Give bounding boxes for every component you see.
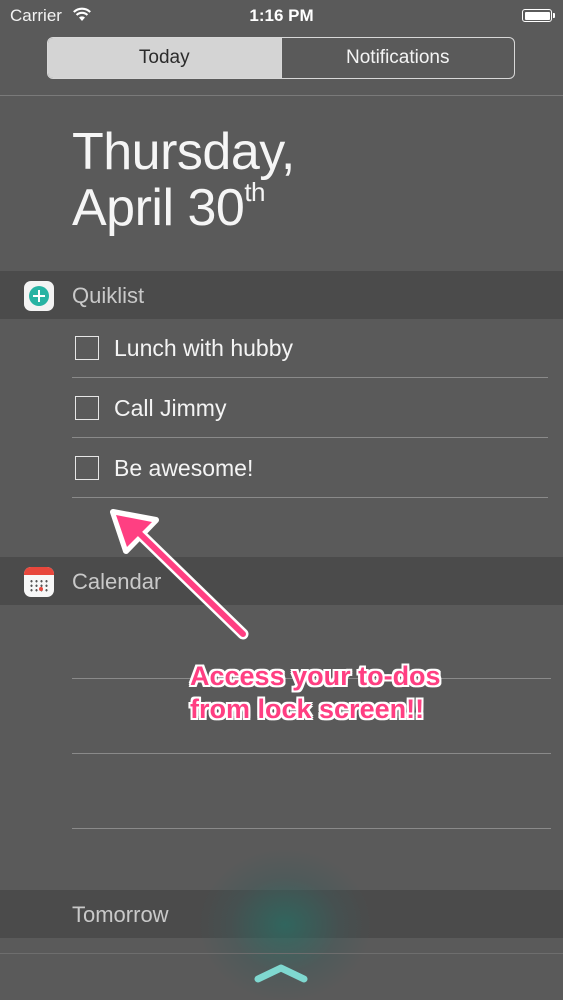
annotation-line-1: Access your to-dos [190,661,441,691]
annotation-arrow [110,509,249,640]
annotation-line-2: from lock screen!! [190,694,425,724]
annotation-text: Access your to-dos from lock screen!! [190,660,441,726]
notification-center-screen: Carrier 1:16 PM Today Notifications Thur… [0,0,563,1000]
